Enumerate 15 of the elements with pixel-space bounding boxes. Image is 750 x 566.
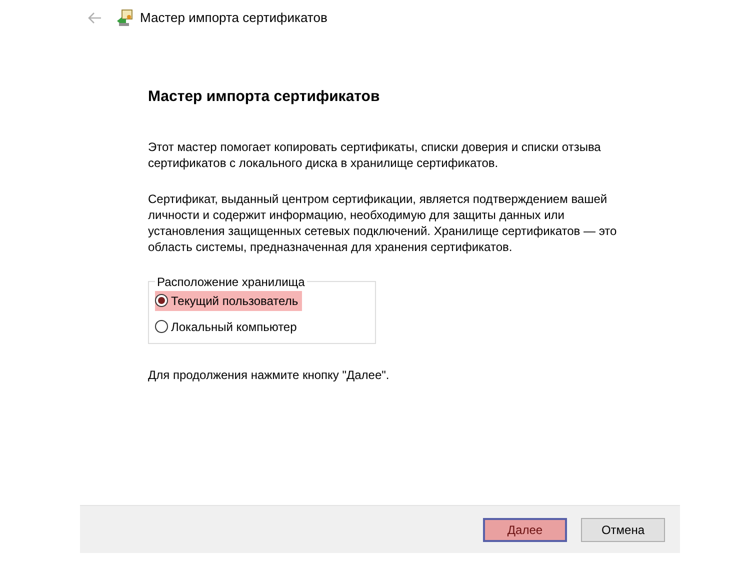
radio-label: Текущий пользователь bbox=[171, 292, 298, 310]
wizard-heading: Мастер импорта сертификатов bbox=[148, 87, 381, 107]
hint-text: Для продолжения нажмите кнопку "Далее". bbox=[148, 366, 390, 384]
window-title: Мастер импорта сертификатов bbox=[140, 9, 328, 28]
description-text: Этот мастер помогает копировать сертификаты, списки доверия и списки отзыва сертификатов с локального диска в хранилище сертификатов. bbox=[148, 138, 602, 170]
radio-option[interactable]: Текущий пользователь bbox=[155, 290, 302, 310]
certificate-wizard-icon bbox=[116, 9, 134, 27]
radio-label: Локальный компьютер bbox=[171, 318, 297, 336]
group-label: Расположение хранилища bbox=[156, 274, 306, 290]
dialog-button[interactable]: Далее bbox=[483, 518, 567, 542]
radio-button[interactable] bbox=[155, 320, 168, 333]
radio-option[interactable]: Локальный компьютер bbox=[155, 316, 301, 336]
description-text: Сертификат, выданный центром сертификации, является подтверждением вашей личности и содержит информацию, необходимую для защиты данных или установления защищенных сетевых подключений. Хранилище сертификатов — это область системы, предназначенная для хранения сертификатов. bbox=[148, 190, 618, 254]
dialog-button[interactable]: Отмена bbox=[581, 518, 665, 542]
radio-button[interactable] bbox=[155, 294, 168, 307]
